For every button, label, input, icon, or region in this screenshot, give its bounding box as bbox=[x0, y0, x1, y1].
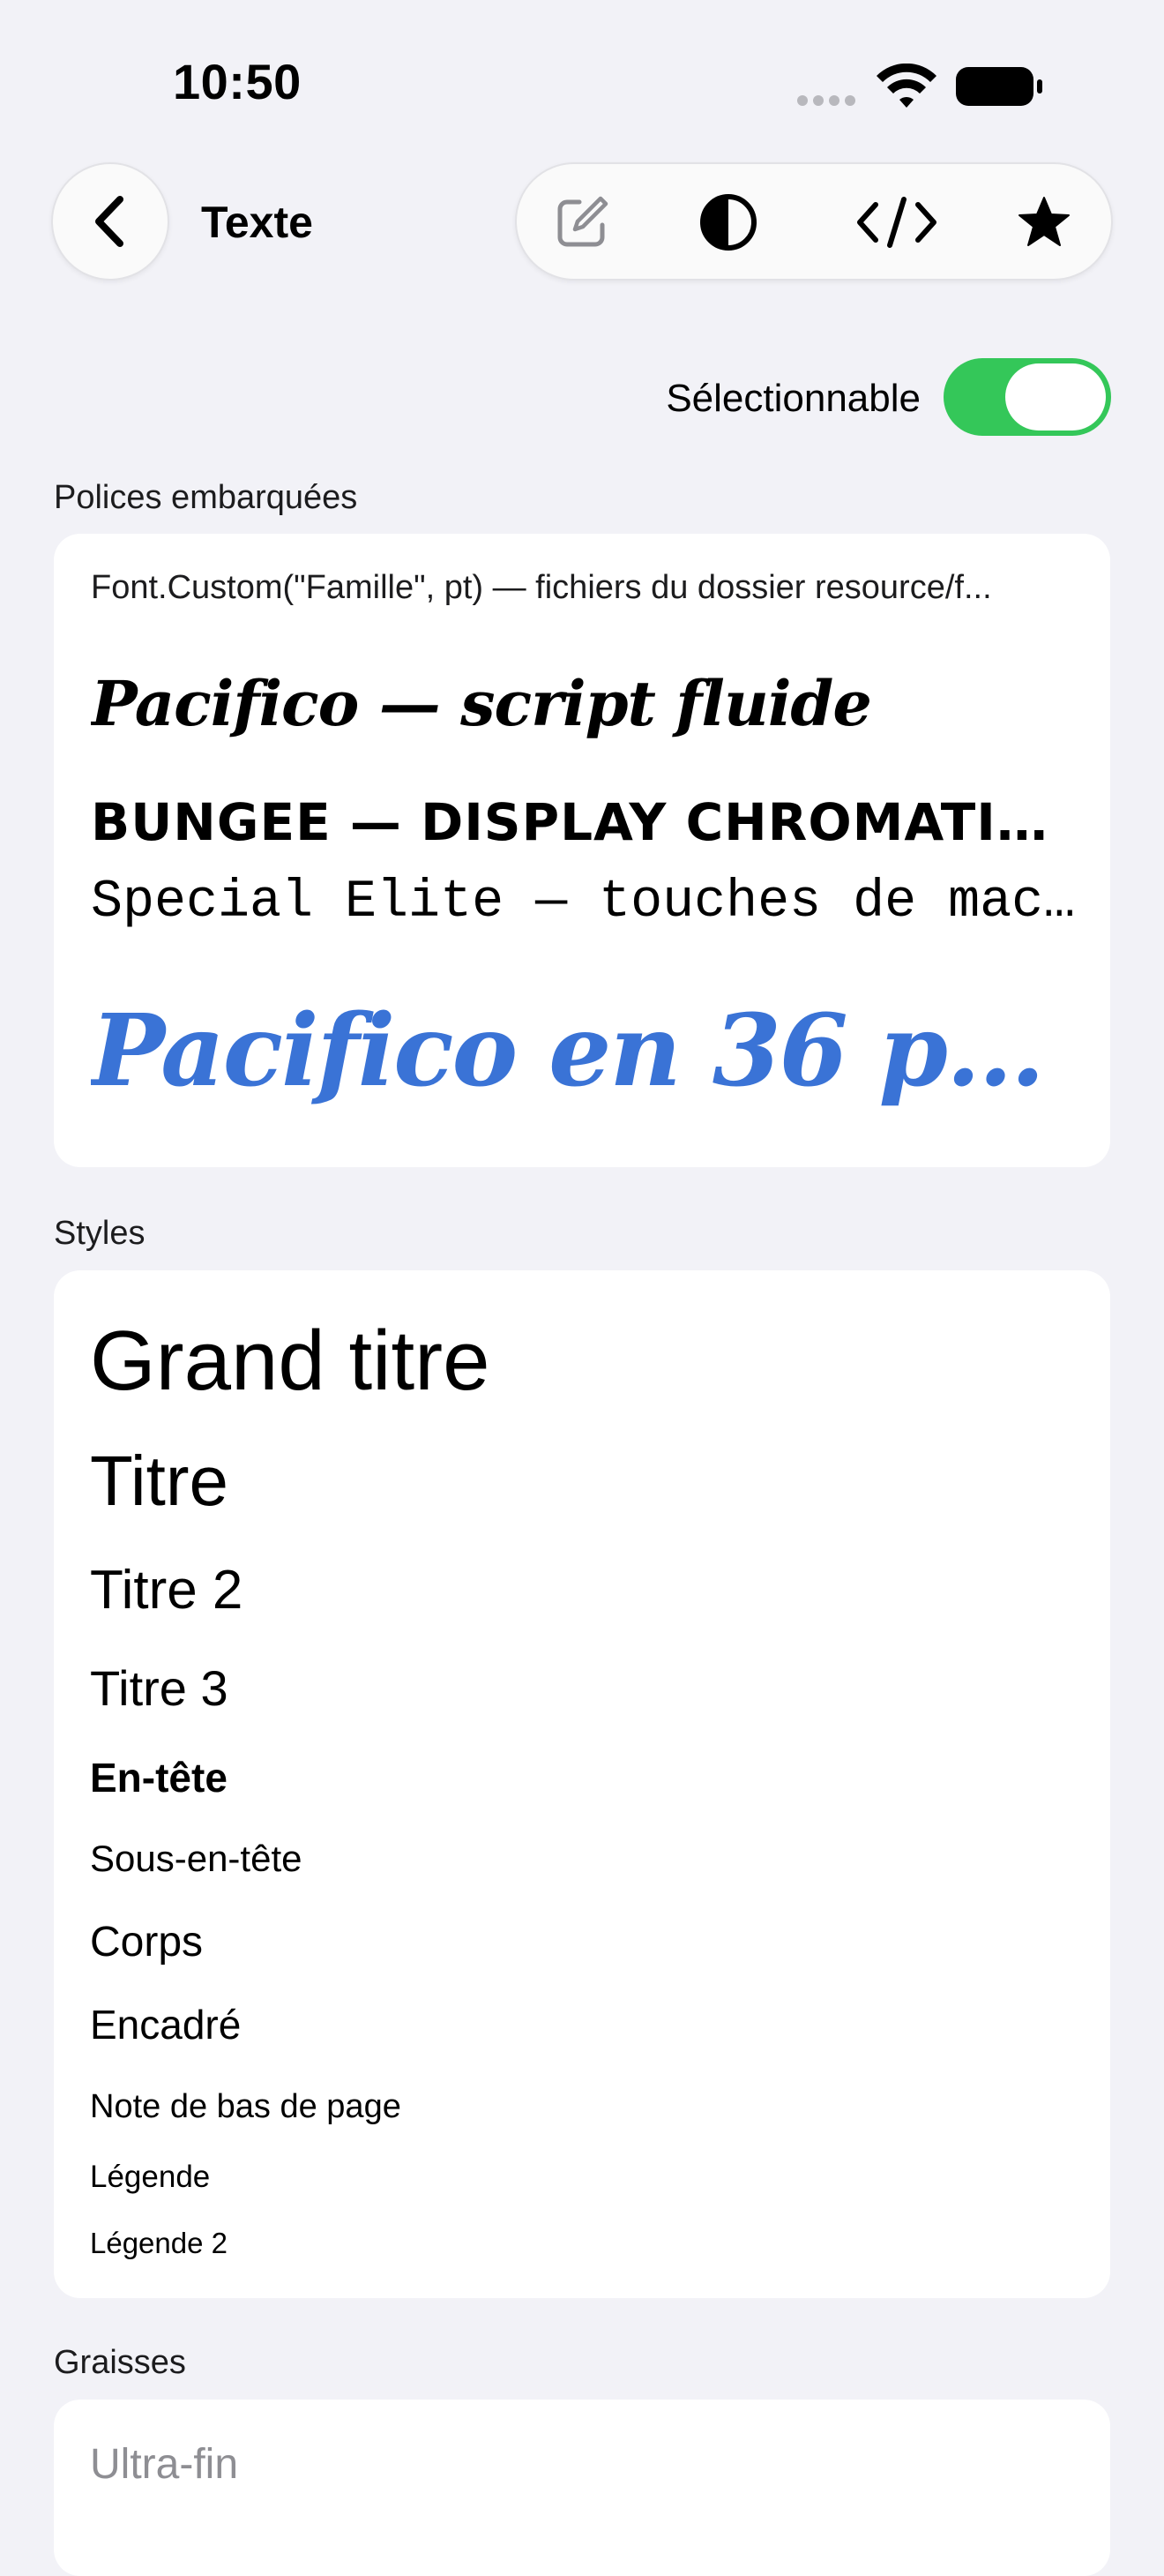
style-callout: Encadré bbox=[90, 2002, 242, 2048]
status-bar: 10:50 bbox=[0, 0, 1164, 168]
appearance-button[interactable] bbox=[695, 189, 762, 256]
battery-icon bbox=[956, 67, 1042, 106]
favorite-button[interactable] bbox=[1011, 189, 1078, 256]
style-title3: Titre 3 bbox=[90, 1660, 228, 1716]
pacifico-large-sample: Pacifico en 36 points bbox=[91, 993, 1078, 1109]
section-label-fonts: Polices embarquées bbox=[54, 479, 358, 516]
fonts-description: Font.Custom("Famille", pt) — fichiers du… bbox=[91, 569, 992, 606]
star-icon bbox=[1018, 197, 1070, 246]
fonts-card: Font.Custom("Famille", pt) — fichiers du… bbox=[54, 534, 1110, 1167]
chevron-left-icon bbox=[95, 196, 123, 247]
style-caption2: Légende 2 bbox=[90, 2227, 228, 2259]
section-label-weights: Graisses bbox=[54, 2344, 186, 2381]
toolbar bbox=[515, 162, 1113, 281]
pacifico-sample: Pacifico — script fluide bbox=[91, 667, 872, 740]
style-body: Corps bbox=[90, 1919, 204, 1966]
selectable-label: Sélectionnable bbox=[666, 377, 921, 420]
style-headline: En-tête bbox=[90, 1755, 228, 1801]
page-title: Texte bbox=[201, 198, 313, 247]
weight-ultralight: Ultra-fin bbox=[90, 2441, 239, 2488]
code-icon bbox=[857, 197, 936, 248]
cellular-signal-icon bbox=[797, 95, 855, 106]
edit-icon bbox=[557, 196, 608, 247]
toggle-knob bbox=[1005, 363, 1106, 431]
edit-button[interactable] bbox=[548, 189, 616, 256]
code-button[interactable] bbox=[848, 189, 945, 256]
style-caption: Légende bbox=[90, 2160, 211, 2194]
section-label-styles: Styles bbox=[54, 1215, 146, 1252]
special-elite-sample: Special Elite — touches de machi... bbox=[91, 872, 1078, 932]
style-large-title: Grand titre bbox=[90, 1314, 490, 1408]
style-title: Titre bbox=[90, 1442, 229, 1520]
contrast-icon bbox=[700, 194, 757, 251]
selectable-toggle[interactable] bbox=[944, 358, 1111, 436]
wifi-icon bbox=[877, 64, 936, 108]
status-time: 10:50 bbox=[173, 54, 302, 109]
style-subheadline: Sous-en-tête bbox=[90, 1838, 302, 1879]
bungee-sample: BUNGEE — DISPLAY CHROMATIQ... bbox=[91, 792, 1078, 852]
style-title2: Titre 2 bbox=[90, 1560, 243, 1621]
style-footnote: Note de bas de page bbox=[90, 2088, 401, 2125]
back-button[interactable] bbox=[51, 162, 169, 281]
